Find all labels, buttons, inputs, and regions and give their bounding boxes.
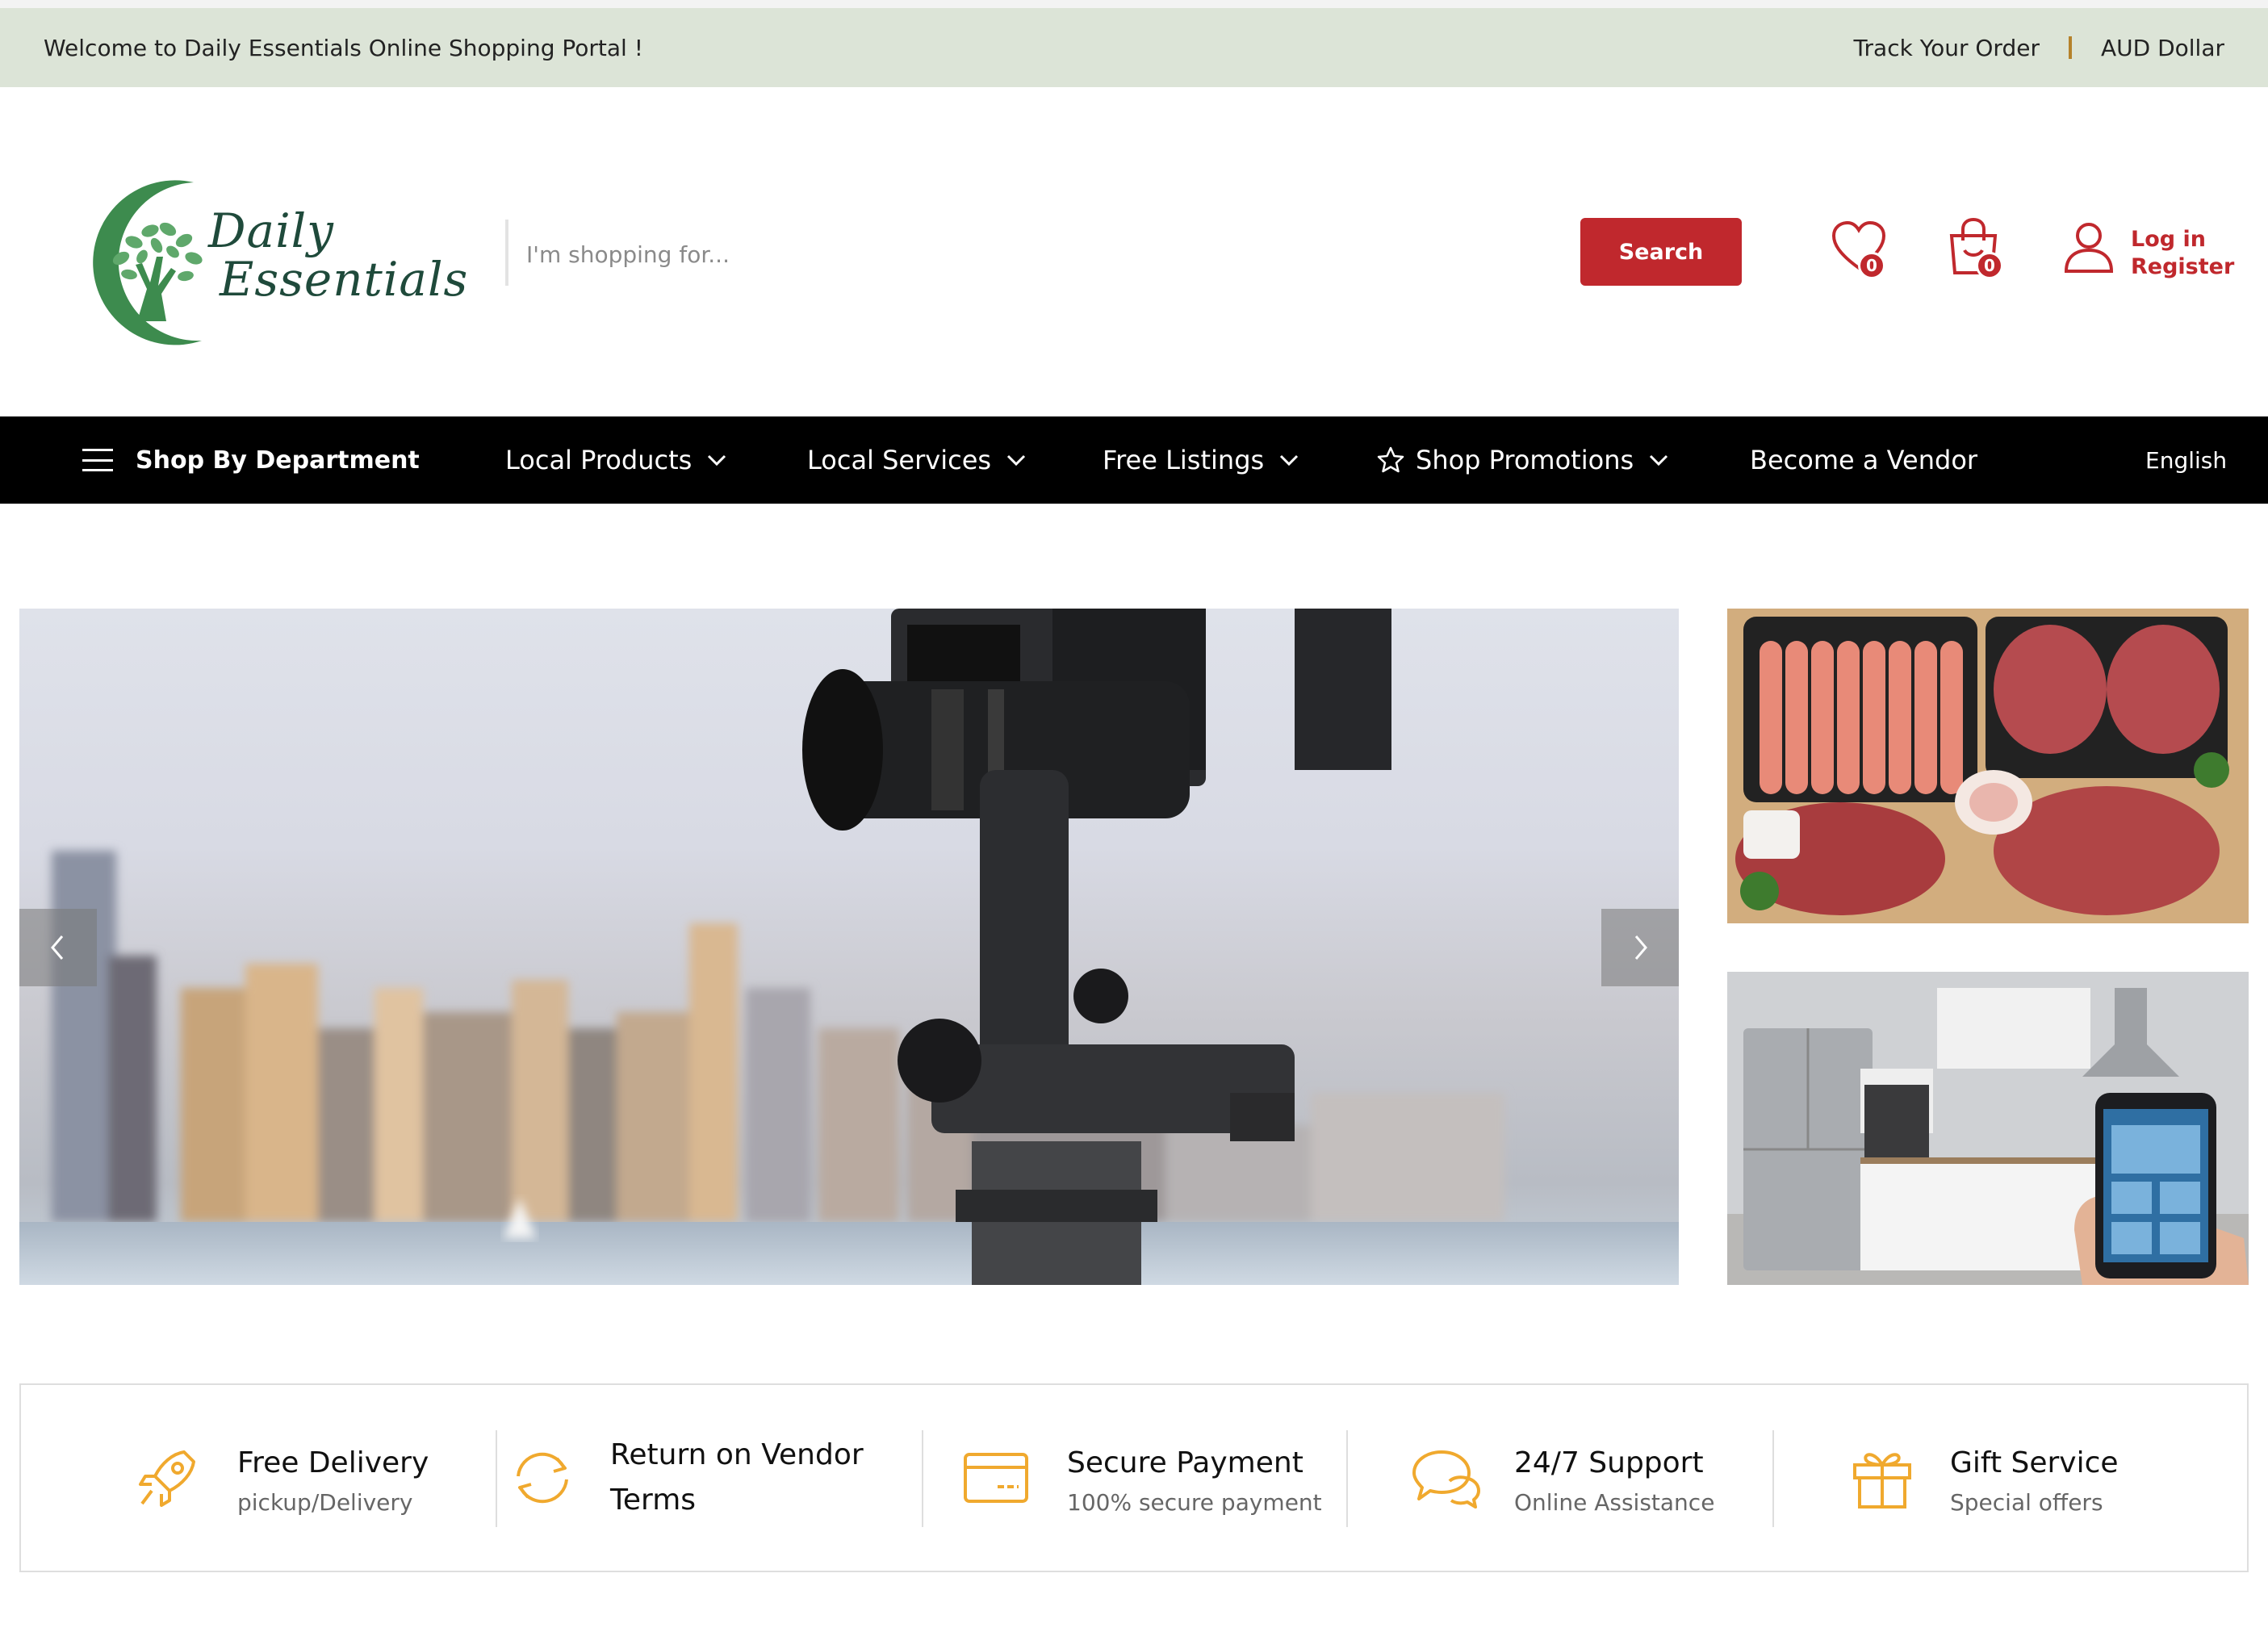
slider-prev-button[interactable]: [19, 909, 97, 986]
nav-item-label: Shop Promotions: [1416, 445, 1634, 475]
feature-secure-payment: Secure Payment 100% secure payment: [962, 1385, 1322, 1571]
smart-kitchen-image: [1727, 972, 2249, 1285]
cart-count-badge: 0: [1976, 252, 2003, 279]
feature-subtitle: Online Assistance: [1514, 1488, 1715, 1516]
chevron-down-icon: [1650, 454, 1668, 467]
login-link[interactable]: Log in: [2131, 226, 2234, 253]
feature-title: Gift Service: [1950, 1446, 2119, 1479]
gift-icon: [1853, 1453, 1911, 1509]
search-divider: [505, 220, 508, 286]
currency-selector[interactable]: AUD Dollar: [2101, 35, 2224, 61]
meat-promo-banner[interactable]: [1727, 609, 2249, 923]
hero-slider: [19, 609, 1679, 1285]
nav-item-local-services[interactable]: Local Services: [807, 416, 1027, 504]
welcome-message: Welcome to Daily Essentials Online Shopp…: [44, 34, 643, 61]
feature-free-delivery: Free Delivery pickup/Delivery: [136, 1385, 429, 1571]
feature-title: Free Delivery: [237, 1446, 429, 1479]
feature-gift-service: Gift Service Special offers: [1850, 1385, 2119, 1571]
language-selector[interactable]: English: [2145, 416, 2227, 504]
nav-item-label: Become a Vendor: [1750, 445, 1978, 475]
top-bar-links: Track Your Order AUD Dollar: [1854, 35, 2224, 61]
feature-title: Secure Payment: [1067, 1446, 1303, 1479]
wishlist-count-badge: 0: [1858, 252, 1885, 279]
wishlist-button[interactable]: 0: [1831, 220, 1895, 284]
top-bar: Welcome to Daily Essentials Online Shopp…: [0, 8, 2268, 87]
nav-item-shop-promotions[interactable]: Shop Promotions: [1377, 416, 1669, 504]
site-header: Daily Essentials Search 0 0 Log in Regis…: [0, 87, 2268, 416]
rocket-icon: [139, 1450, 195, 1507]
credit-card-icon: [964, 1453, 1028, 1503]
feature-divider: [1772, 1430, 1774, 1527]
nav-item-local-products[interactable]: Local Products: [505, 416, 727, 504]
cart-button[interactable]: 0: [1945, 216, 2010, 281]
feature-subtitle: pickup/Delivery: [237, 1488, 413, 1516]
logo-text-line2: Essentials: [220, 252, 469, 307]
feature-divider: [922, 1430, 923, 1527]
search-button[interactable]: Search: [1580, 218, 1742, 286]
meat-products-image: [1727, 609, 2249, 923]
site-logo[interactable]: Daily Essentials: [73, 168, 467, 354]
hamburger-icon: [82, 449, 113, 471]
account-links: Log in Register: [2131, 226, 2234, 281]
language-label: English: [2145, 446, 2228, 474]
top-bar-separator: [2068, 36, 2072, 59]
chevron-down-icon: [1280, 454, 1299, 467]
nav-item-label: Local Products: [505, 445, 693, 475]
chat-icon: [1412, 1450, 1480, 1509]
feature-support: 24/7 Support Online Assistance: [1409, 1385, 1714, 1571]
smart-kitchen-banner[interactable]: [1727, 972, 2249, 1285]
account-icon-wrap[interactable]: [2063, 221, 2128, 286]
nav-item-free-listings[interactable]: Free Listings: [1103, 416, 1299, 504]
department-label: Shop By Department: [136, 446, 420, 475]
feature-title: 24/7 Support: [1514, 1446, 1704, 1479]
search-input[interactable]: [525, 226, 1566, 282]
nav-item-become-vendor[interactable]: Become a Vendor: [1750, 416, 1977, 504]
star-icon: [1377, 446, 1404, 473]
logo-text-line1: Daily: [208, 203, 334, 258]
feature-subtitle: Special offers: [1950, 1488, 2103, 1516]
track-order-link[interactable]: Track Your Order: [1854, 35, 2040, 61]
shop-by-department-menu[interactable]: Shop By Department: [82, 416, 420, 504]
feature-title: Return on Vendor Terms: [610, 1438, 864, 1517]
refresh-icon: [517, 1452, 568, 1504]
slider-next-button[interactable]: [1601, 909, 1679, 986]
feature-subtitle: 100% secure payment: [1067, 1488, 1322, 1516]
chevron-left-icon: [51, 935, 64, 960]
nav-item-label: Free Listings: [1103, 445, 1265, 475]
feature-return-policy: Return on Vendor Terms: [508, 1385, 877, 1571]
nav-item-label: Local Services: [807, 445, 992, 475]
features-strip: Free Delivery pickup/Delivery Return on …: [19, 1383, 2249, 1572]
main-nav: Shop By Department Local Products Local …: [0, 416, 2268, 504]
hero-camera-image: [19, 609, 1679, 1285]
user-icon: [2064, 223, 2114, 273]
chevron-down-icon: [708, 454, 726, 467]
register-link[interactable]: Register: [2131, 253, 2234, 281]
top-edge: [0, 0, 2268, 8]
chevron-down-icon: [1006, 454, 1026, 467]
chevron-right-icon: [1634, 935, 1647, 960]
feature-divider: [496, 1430, 497, 1527]
feature-divider: [1346, 1430, 1348, 1527]
